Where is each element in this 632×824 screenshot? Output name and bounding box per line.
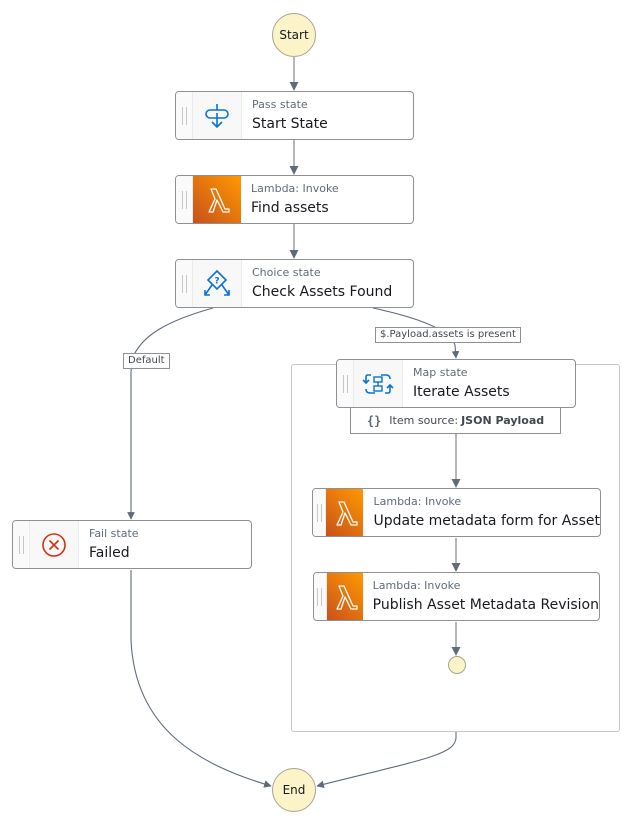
end-node[interactable]: End: [272, 768, 316, 812]
drag-handle[interactable]: [176, 260, 193, 307]
end-label: End: [282, 783, 306, 797]
state-start-state[interactable]: Pass state Start State: [175, 91, 414, 140]
state-check-assets-found[interactable]: ? Choice state Check Assets Found: [175, 259, 414, 308]
lambda-icon: [326, 489, 364, 536]
edge-map-to-end: [316, 732, 457, 789]
drag-handle[interactable]: [337, 360, 354, 407]
state-find-assets[interactable]: Lambda: Invoke Find assets: [175, 175, 414, 224]
state-name: Publish Asset Metadata Revision: [372, 597, 599, 613]
state-type: Lambda: Invoke: [373, 495, 462, 508]
map-icon: [354, 360, 403, 407]
edge-label-assets-present[interactable]: $.Payload.assets is present: [375, 327, 521, 343]
drag-handle[interactable]: [13, 521, 30, 568]
item-source-prefix: Item source:: [389, 414, 459, 427]
pass-icon: [193, 92, 242, 139]
drag-handle[interactable]: [176, 176, 193, 223]
edge-failed-to-end: [130, 570, 272, 788]
map-end-node[interactable]: [448, 656, 466, 674]
state-failed[interactable]: Fail state Failed: [12, 520, 252, 569]
state-name: Find assets: [251, 200, 329, 216]
drag-handle[interactable]: [313, 489, 327, 536]
json-braces-icon: {}: [366, 413, 382, 428]
state-type: Pass state: [252, 98, 308, 111]
item-source-value: JSON Payload: [461, 414, 545, 427]
item-source-badge[interactable]: {} Item source: JSON Payload: [350, 408, 561, 434]
state-type: Fail state: [89, 527, 139, 540]
state-type: Choice state: [252, 266, 321, 279]
choice-icon: ?: [193, 260, 242, 307]
fail-icon: [30, 521, 79, 568]
edge-label-default[interactable]: Default: [123, 353, 170, 369]
state-name: Iterate Assets: [413, 384, 510, 400]
drag-handle[interactable]: [176, 92, 193, 139]
state-type: Lambda: Invoke: [372, 579, 461, 592]
start-node[interactable]: Start: [272, 13, 316, 57]
state-publish-asset-metadata[interactable]: Lambda: Invoke Publish Asset Metadata Re…: [313, 572, 600, 621]
state-update-metadata-form[interactable]: Lambda: Invoke Update metadata form for …: [312, 488, 601, 537]
state-machine-graph: Start Pass state Start State Lambda: Inv…: [0, 0, 632, 824]
state-name: Start State: [252, 116, 328, 132]
state-name: Failed: [89, 545, 130, 561]
lambda-icon: [326, 573, 363, 620]
state-name: Check Assets Found: [252, 284, 393, 300]
state-iterate-assets[interactable]: Map state Iterate Assets: [336, 359, 576, 408]
state-type: Lambda: Invoke: [251, 182, 339, 195]
drag-handle[interactable]: [314, 573, 327, 620]
state-type: Map state: [413, 366, 468, 379]
start-label: Start: [279, 28, 309, 42]
state-name: Update metadata form for Asset: [373, 513, 600, 529]
lambda-icon: [193, 176, 241, 223]
svg-text:?: ?: [214, 276, 219, 286]
edge-choice-to-failed: [127, 307, 214, 520]
